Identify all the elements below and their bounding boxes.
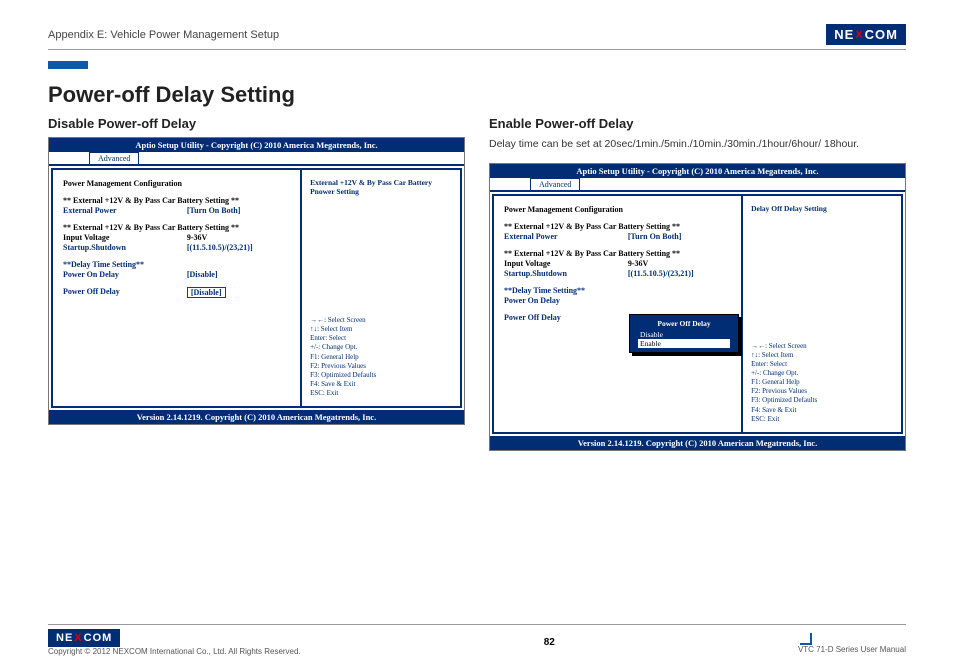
section-label: **Delay Time Setting** (63, 260, 290, 269)
help-text: Delay Off Delay Setting (751, 204, 893, 213)
field-startup-shutdown[interactable]: Startup.Shutdown (63, 243, 187, 252)
bios-tab-row: Advanced (49, 152, 464, 166)
bios-title-bar: Aptio Setup Utility - Copyright (C) 2010… (49, 138, 464, 152)
field-power-off-delay[interactable]: Power Off Delay (63, 287, 187, 298)
footer-logo: NEXCOM (48, 629, 120, 647)
bios-tab-advanced[interactable]: Advanced (89, 152, 139, 164)
bios-tab-row: Advanced (490, 178, 905, 192)
page-number: 82 (544, 637, 555, 648)
page-title: Power-off Delay Setting (48, 82, 906, 108)
field-external-power[interactable]: External Power (63, 206, 187, 215)
section-label: ** External +12V & By Pass Car Battery S… (504, 222, 731, 231)
bios-help-panel: Delay Off Delay Setting →←: Select Scree… (741, 196, 901, 432)
bios-tab-advanced[interactable]: Advanced (530, 178, 580, 190)
bios-title-bar: Aptio Setup Utility - Copyright (C) 2010… (490, 164, 905, 178)
heading-enable: Enable Power-off Delay (489, 116, 906, 131)
heading-disable: Disable Power-off Delay (48, 116, 465, 131)
selected-value[interactable]: [Disable] (187, 287, 226, 298)
bios-version-bar: Version 2.14.1219. Copyright (C) 2010 Am… (490, 436, 905, 450)
bios-screenshot-enable: Aptio Setup Utility - Copyright (C) 2010… (489, 163, 906, 451)
manual-title: VTC 71-D Series User Manual (798, 645, 906, 654)
popup-title: Power Off Delay (638, 319, 730, 328)
description-text: Delay time can be set at 20sec/1min./5mi… (489, 137, 906, 153)
field-input-voltage: Input Voltage (504, 259, 628, 268)
column-disable: Disable Power-off Delay Aptio Setup Util… (48, 116, 465, 451)
field-startup-shutdown[interactable]: Startup.Shutdown (504, 269, 628, 278)
logo-x-icon: X (855, 29, 863, 41)
bios-version-bar: Version 2.14.1219. Copyright (C) 2010 Am… (49, 410, 464, 424)
corner-mark-icon (798, 631, 812, 645)
popup-option-enable[interactable]: Enable (638, 339, 730, 348)
field-external-power[interactable]: External Power (504, 232, 628, 241)
bios-screenshot-disable: Aptio Setup Utility - Copyright (C) 2010… (48, 137, 465, 425)
section-label: **Delay Time Setting** (504, 286, 731, 295)
popup-power-off-delay[interactable]: Power Off Delay Disable Enable (629, 314, 739, 353)
section-label: ** External +12V & By Pass Car Battery S… (63, 196, 290, 205)
bios-key-hints: →←: Select Screen ↑↓: Select Item Enter:… (751, 342, 893, 424)
bios-key-hints: →←: Select Screen ↑↓: Select Item Enter:… (310, 316, 452, 398)
help-text: External +12V & By Pass Car Battery Pnow… (310, 178, 452, 196)
page-header: Appendix E: Vehicle Power Management Set… (48, 24, 906, 50)
field-input-voltage: Input Voltage (63, 233, 187, 242)
header-accent (48, 56, 906, 64)
brand-logo: NEXCOM (826, 24, 906, 45)
page-footer: NEXCOM Copyright © 2012 NEXCOM Internati… (48, 624, 906, 656)
logo-x-icon: X (74, 632, 82, 644)
section-label: Power Management Configuration (63, 179, 290, 188)
bios-help-panel: External +12V & By Pass Car Battery Pnow… (300, 170, 460, 406)
field-power-on-delay[interactable]: Power On Delay (63, 270, 187, 279)
section-label: Power Management Configuration (504, 205, 731, 214)
popup-option-disable[interactable]: Disable (638, 330, 730, 339)
appendix-title: Appendix E: Vehicle Power Management Set… (48, 29, 279, 41)
section-label: ** External +12V & By Pass Car Battery S… (63, 223, 290, 232)
section-label: ** External +12V & By Pass Car Battery S… (504, 249, 731, 258)
copyright-text: Copyright © 2012 NEXCOM International Co… (48, 647, 301, 656)
column-enable: Enable Power-off Delay Delay time can be… (489, 116, 906, 451)
field-power-on-delay[interactable]: Power On Delay (504, 296, 731, 305)
bios-main-panel: Power Management Configuration ** Extern… (53, 170, 300, 406)
